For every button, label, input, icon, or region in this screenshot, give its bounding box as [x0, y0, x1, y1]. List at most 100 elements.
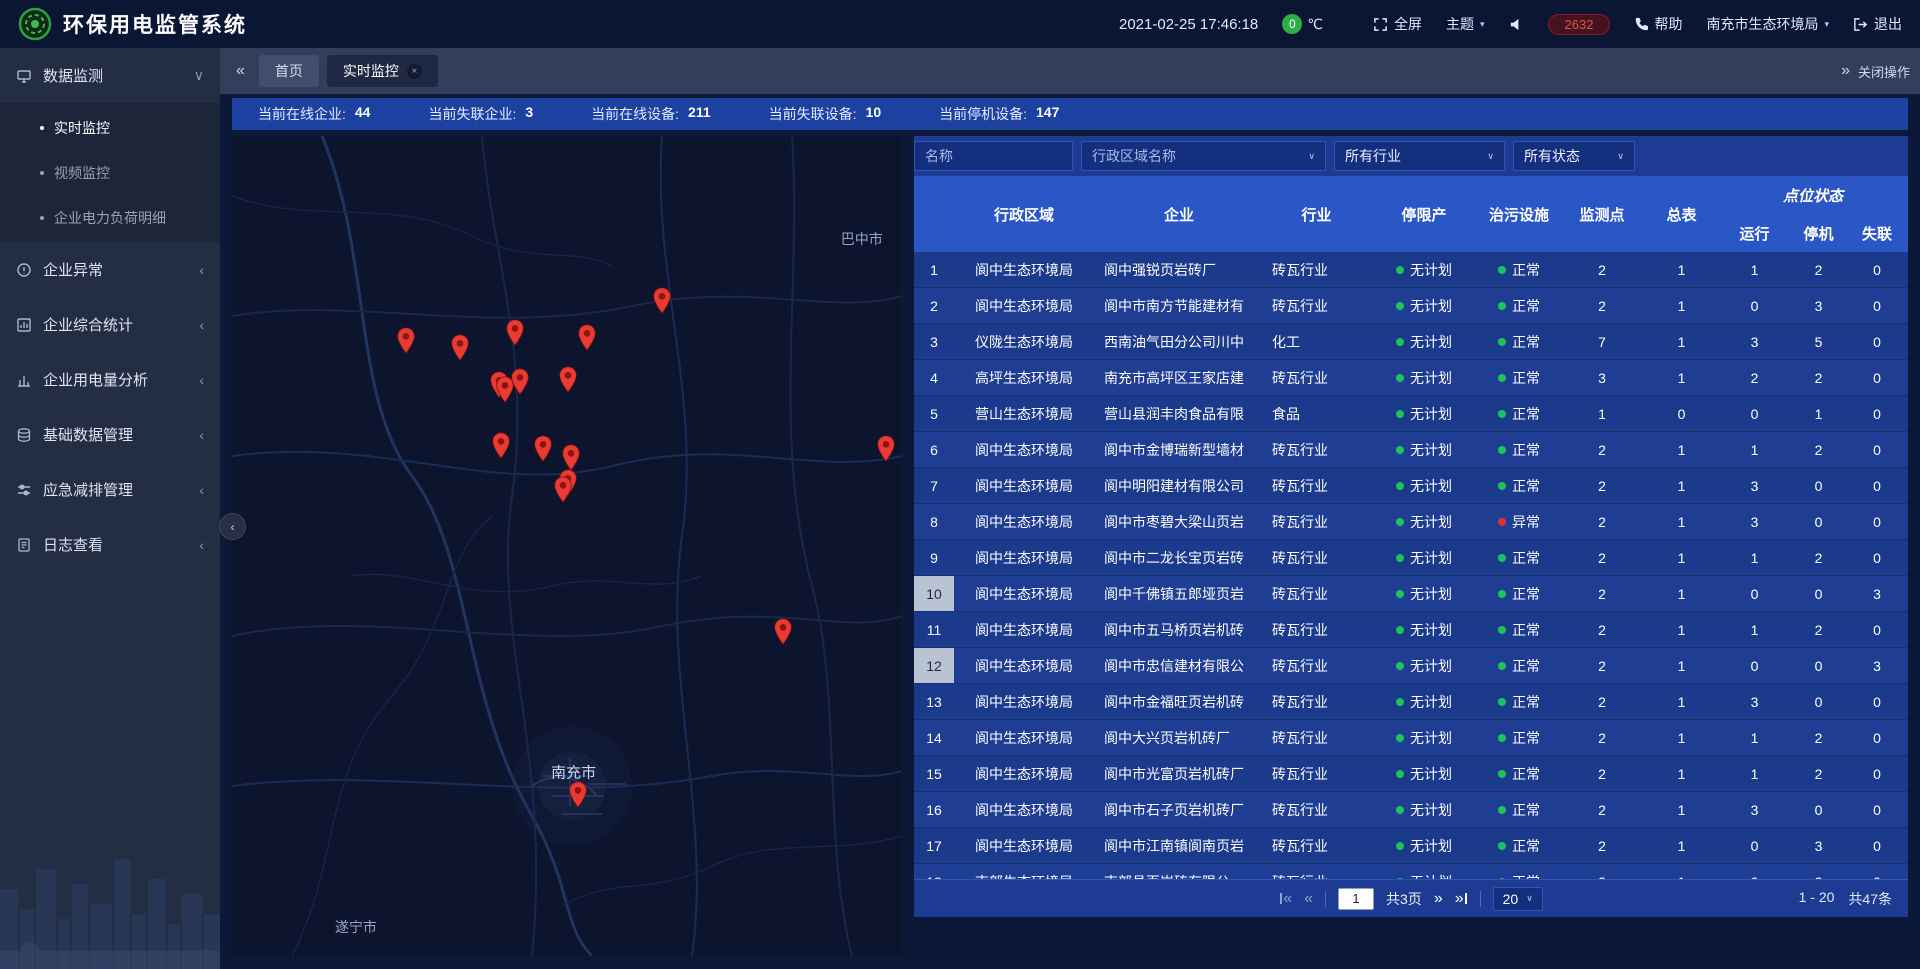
org-dropdown[interactable]: 南充市生态环境局 ▾	[1706, 14, 1829, 34]
temperature-unit: ℃	[1307, 16, 1323, 33]
cell-facility-status: 正常	[1479, 576, 1559, 611]
cell-points: 2	[1559, 540, 1645, 575]
table-row[interactable]: 2阆中生态环境局阆中市南方节能建材有砖瓦行业无计划正常21030	[914, 288, 1908, 324]
table-row[interactable]: 1阆中生态环境局阆中强锐页岩砖厂砖瓦行业无计划正常21120	[914, 252, 1908, 288]
table-row[interactable]: 18南部生态环境局南部县页岩砖有限公砖瓦行业无计划正常21030	[914, 864, 1908, 879]
cell-limit-status: 无计划	[1369, 288, 1479, 323]
map-pin-icon[interactable]	[569, 781, 588, 808]
table-row[interactable]: 17阆中生态环境局阆中市江南镇阆南页岩砖瓦行业无计划正常21030	[914, 828, 1908, 864]
logout-button[interactable]: 退出	[1853, 14, 1902, 34]
sidebar-section-log-view[interactable]: 日志查看 ‹	[0, 517, 220, 572]
cell-running: 0	[1718, 396, 1791, 431]
table-row[interactable]: 13阆中生态环境局阆中市金福旺页岩机砖砖瓦行业无计划正常21300	[914, 684, 1908, 720]
map-pin-icon[interactable]	[562, 444, 581, 471]
first-page-button[interactable]: «	[1279, 891, 1292, 907]
alert-count-badge[interactable]: 2632	[1548, 14, 1611, 35]
last-page-button[interactable]: »	[1455, 891, 1468, 907]
sound-button[interactable]	[1509, 17, 1524, 32]
next-page-button[interactable]: »	[1434, 891, 1443, 907]
bar-chart-icon	[16, 372, 32, 388]
theme-dropdown[interactable]: 主题 ▾	[1446, 14, 1485, 34]
cell-offline: 0	[1846, 252, 1908, 287]
sidebar-section-enterprise-statistics[interactable]: 企业综合统计 ‹	[0, 297, 220, 352]
cell-company: 南部县页岩砖有限公	[1094, 864, 1264, 879]
cell-region: 阆中生态环境局	[954, 612, 1094, 647]
map[interactable]: 巴中市南充市遂宁市 ‹	[232, 136, 902, 956]
cell-stopped: 2	[1791, 756, 1846, 791]
cell-points: 2	[1559, 576, 1645, 611]
cell-offline: 0	[1846, 324, 1908, 359]
cell-offline: 3	[1846, 648, 1908, 683]
fullscreen-button[interactable]: 全屏	[1373, 14, 1422, 34]
map-pin-icon[interactable]	[397, 327, 416, 354]
sidebar-item-video-monitoring[interactable]: 视频监控	[0, 150, 220, 195]
region-filter-select[interactable]: 行政区域名称 ∨	[1081, 141, 1326, 171]
table-row[interactable]: 6阆中生态环境局阆中市金博瑞新型墙材砖瓦行业无计划正常21120	[914, 432, 1908, 468]
map-pin-icon[interactable]	[558, 366, 577, 393]
close-operations-button[interactable]: » 关闭操作	[1841, 62, 1910, 81]
table-row[interactable]: 10阆中生态环境局阆中千佛镇五郎垭页岩砖瓦行业无计划正常21003	[914, 576, 1908, 612]
status-dot-icon	[1396, 482, 1404, 490]
help-button[interactable]: 帮助	[1634, 14, 1682, 34]
sidebar-section-data-monitoring[interactable]: 数据监测 ∨	[0, 48, 220, 103]
map-pin-icon[interactable]	[653, 287, 672, 314]
prev-page-button[interactable]: «	[1304, 891, 1313, 907]
status-dot-icon	[1498, 590, 1506, 598]
table-row[interactable]: 3仪陇生态环境局西南油气田分公司川中化工无计划正常71350	[914, 324, 1908, 360]
status-filter-select[interactable]: 所有状态 ∨	[1513, 141, 1635, 171]
sidebar-section-emergency-reduction[interactable]: 应急减排管理 ‹	[0, 462, 220, 517]
map-pin-icon[interactable]	[578, 324, 597, 351]
cell-running: 3	[1718, 324, 1791, 359]
cell-points: 2	[1559, 792, 1645, 827]
map-pin-icon[interactable]	[553, 476, 572, 503]
cell-region: 阆中生态环境局	[954, 828, 1094, 863]
sidebar-section-basic-data[interactable]: 基础数据管理 ‹	[0, 407, 220, 462]
page-size-select[interactable]: 20 ∨	[1493, 887, 1543, 911]
cell-stopped: 2	[1791, 252, 1846, 287]
map-pin-icon[interactable]	[450, 334, 469, 361]
sidebar-section-enterprise-anomaly[interactable]: 企业异常 ‹	[0, 242, 220, 297]
filter-bar: 行政区域名称 ∨ 所有行业 ∨ 所有状态 ∨	[914, 136, 1908, 176]
table-row[interactable]: 16阆中生态环境局阆中市石子页岩机砖厂砖瓦行业无计划正常21300	[914, 792, 1908, 828]
name-filter-input[interactable]	[914, 141, 1073, 171]
cell-points: 2	[1559, 828, 1645, 863]
cell-industry: 食品	[1264, 396, 1369, 431]
map-city-label: 巴中市	[841, 229, 883, 249]
tab-scroll-right-icon[interactable]: »	[1841, 62, 1850, 80]
map-pin-icon[interactable]	[492, 432, 511, 459]
table-header: 行政区域 企业 行业 停限产 治污设施 监测点 总表 点位状态 运行 停机 失联	[914, 176, 1908, 252]
table-row[interactable]: 14阆中生态环境局阆中大兴页岩机砖厂砖瓦行业无计划正常21120	[914, 720, 1908, 756]
industry-filter-select[interactable]: 所有行业 ∨	[1334, 141, 1505, 171]
cell-offline: 0	[1846, 756, 1908, 791]
sidebar-section-power-analysis[interactable]: 企业用电量分析 ‹	[0, 352, 220, 407]
table-row[interactable]: 5营山生态环境局营山县润丰肉食品有限食品无计划正常10010	[914, 396, 1908, 432]
table-row[interactable]: 4高坪生态环境局南充市高坪区王家店建砖瓦行业无计划正常31220	[914, 360, 1908, 396]
table-row[interactable]: 7阆中生态环境局阆中明阳建材有限公司砖瓦行业无计划正常21300	[914, 468, 1908, 504]
map-pin-icon[interactable]	[533, 435, 552, 462]
cell-limit-status: 无计划	[1369, 612, 1479, 647]
map-pin-icon[interactable]	[511, 368, 530, 395]
sidebar-item-power-load-detail[interactable]: 企业电力负荷明细	[0, 195, 220, 240]
table-row[interactable]: 12阆中生态环境局阆中市忠信建材有限公砖瓦行业无计划正常21003	[914, 648, 1908, 684]
total-count-label: 共47条	[1848, 889, 1892, 909]
table-row[interactable]: 15阆中生态环境局阆中市光富页岩机砖厂砖瓦行业无计划正常21120	[914, 756, 1908, 792]
stats-bar: 当前在线企业:44 当前失联企业:3 当前在线设备:211 当前失联设备:10 …	[232, 98, 1908, 130]
map-collapse-button[interactable]: ‹	[219, 513, 246, 540]
map-pin-icon[interactable]	[774, 618, 793, 645]
table-row[interactable]: 11阆中生态环境局阆中市五马桥页岩机砖砖瓦行业无计划正常21120	[914, 612, 1908, 648]
cell-company: 阆中市金福旺页岩机砖	[1094, 684, 1264, 719]
page-input[interactable]	[1338, 888, 1374, 910]
cell-offline: 0	[1846, 864, 1908, 879]
table-row[interactable]: 9阆中生态环境局阆中市二龙长宝页岩砖砖瓦行业无计划正常21120	[914, 540, 1908, 576]
close-tab-icon[interactable]: ×	[407, 64, 422, 79]
tab-scroll-left-icon[interactable]: «	[230, 62, 251, 80]
table-row[interactable]: 8阆中生态环境局阆中市枣碧大梁山页岩砖瓦行业无计划异常21300	[914, 504, 1908, 540]
map-pin-icon[interactable]	[505, 319, 524, 346]
map-pin-icon[interactable]	[876, 435, 895, 462]
cell-meters: 1	[1645, 756, 1718, 791]
col-industry: 行业	[1264, 176, 1369, 252]
tab-realtime-monitoring[interactable]: 实时监控 ×	[327, 55, 438, 87]
sidebar: 数据监测 ∨ 实时监控 视频监控 企业电力负荷明细 企业异常 ‹ 企业综合统计 …	[0, 48, 220, 969]
sidebar-item-realtime-monitoring[interactable]: 实时监控	[0, 105, 220, 150]
tab-home[interactable]: 首页	[259, 55, 319, 87]
